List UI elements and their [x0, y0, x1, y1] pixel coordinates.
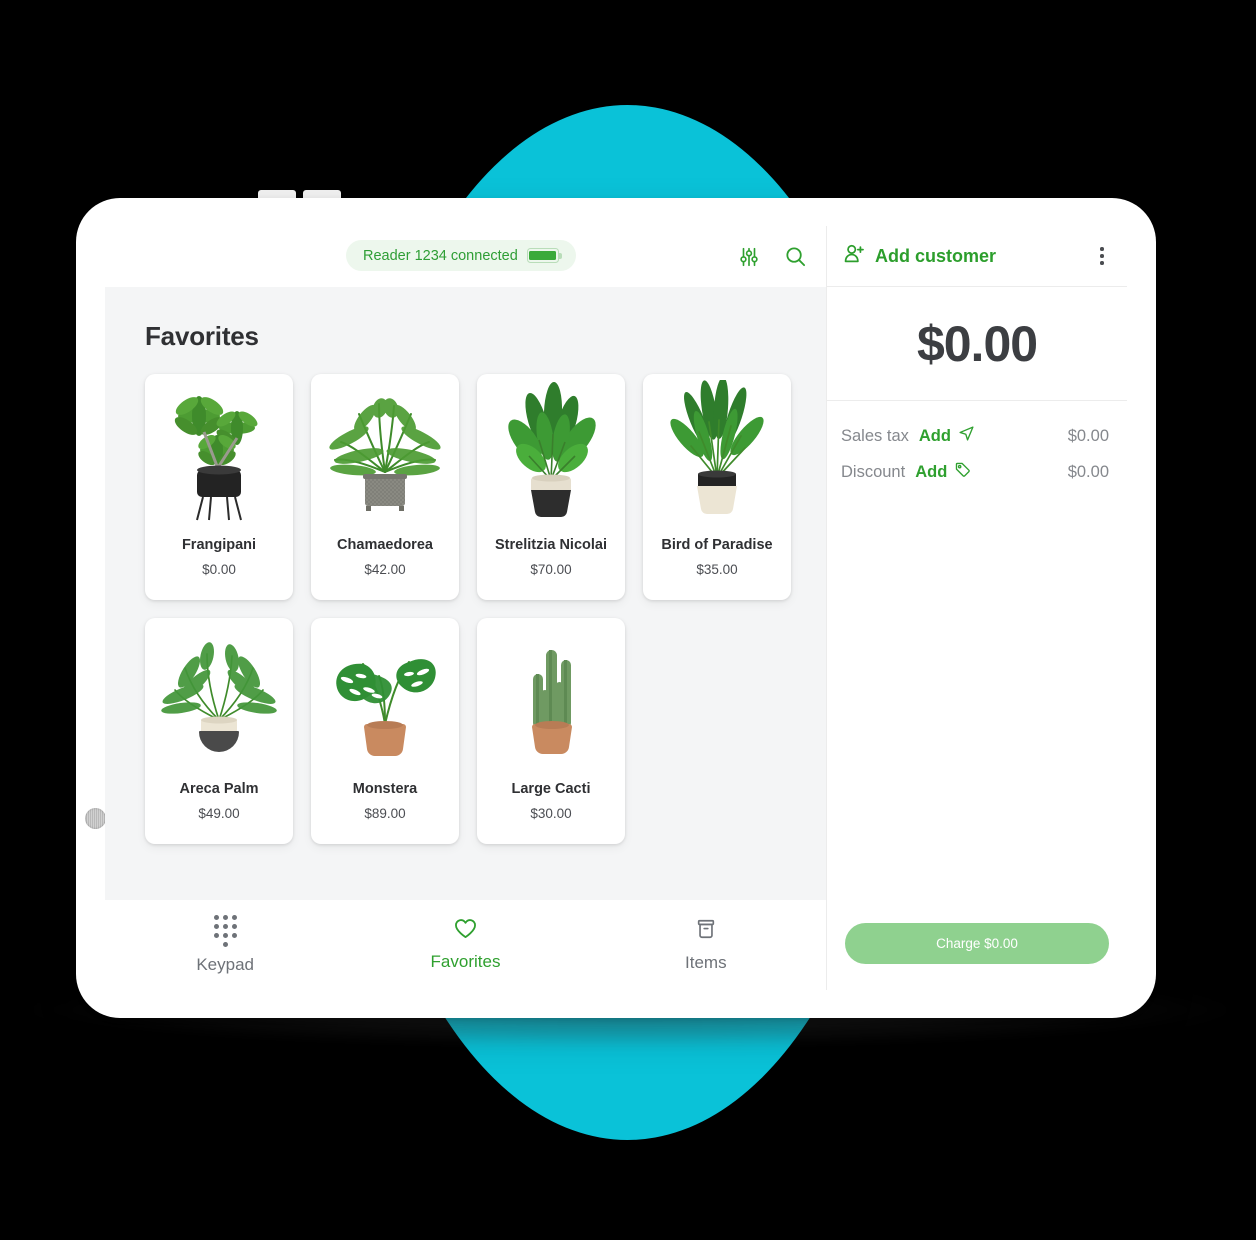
plant-bird-of-paradise-icon	[650, 380, 784, 526]
item-name: Frangipani	[181, 537, 257, 553]
item-card-strelitzia-nicolai[interactable]: Strelitzia Nicolai $70.00	[477, 374, 625, 600]
keypad-icon	[213, 915, 237, 947]
side-home-button[interactable]	[85, 808, 106, 829]
plant-chamaedorea-icon	[318, 380, 452, 526]
item-grid: Frangipani $0.00 Chamaedorea $42.00 Stre…	[145, 374, 826, 844]
add-person-icon	[843, 243, 865, 270]
bottom-navigation: Keypad Favorites Items	[105, 900, 826, 990]
archive-box-icon	[695, 918, 717, 945]
plant-strelitzia-icon	[484, 380, 618, 526]
heart-icon	[454, 918, 477, 944]
reader-status-label: Reader 1234 connected	[363, 247, 518, 264]
top-bar-actions	[736, 226, 808, 287]
item-card-large-cacti[interactable]: Large Cacti $30.00	[477, 618, 625, 844]
add-discount-label: Add	[915, 462, 948, 481]
item-card-chamaedorea[interactable]: Chamaedorea $42.00	[311, 374, 459, 600]
item-card-monstera[interactable]: Monstera $89.00	[311, 618, 459, 844]
cart-total-box: $0.00	[827, 287, 1127, 401]
kebab-menu-icon[interactable]	[1091, 245, 1113, 267]
tablet-device: Reader 1234 connected Favorites Frangipa…	[76, 198, 1156, 1018]
item-card-areca-palm[interactable]: Areca Palm $49.00	[145, 618, 293, 844]
add-sales-tax-label: Add	[918, 426, 951, 445]
item-name: Areca Palm	[179, 781, 259, 797]
plant-frangipani-icon	[152, 380, 286, 526]
charge-button-wrap: Charge $0.00	[827, 923, 1127, 990]
item-name: Monstera	[352, 781, 418, 797]
nav-item-keypad[interactable]: Keypad	[105, 915, 345, 975]
item-price: $70.00	[530, 561, 572, 577]
sales-tax-label: Sales tax	[841, 426, 909, 445]
plant-monstera-icon	[318, 624, 452, 770]
add-discount-button[interactable]: Add	[915, 461, 971, 483]
add-customer-label: Add customer	[875, 245, 997, 266]
item-price: $30.00	[530, 805, 572, 821]
item-price: $42.00	[364, 561, 406, 577]
plant-large-cacti-icon	[484, 624, 618, 770]
add-customer-button[interactable]: Add customer	[843, 243, 996, 270]
nav-label: Keypad	[196, 955, 254, 974]
search-icon[interactable]	[782, 244, 808, 270]
cart-adjustments: Sales tax Add $0.00 Discount Add $0.00	[827, 401, 1127, 497]
sliders-icon[interactable]	[736, 244, 762, 270]
plant-areca-palm-icon	[152, 624, 286, 770]
charge-button[interactable]: Charge $0.00	[845, 923, 1109, 964]
item-name: Chamaedorea	[337, 537, 433, 553]
item-card-bird-of-paradise[interactable]: Bird of Paradise $35.00	[643, 374, 791, 600]
top-bar: Reader 1234 connected	[105, 226, 826, 287]
cart-pane: Add customer $0.00 Sales tax Add $0.00 D…	[827, 226, 1127, 990]
cart-total-amount: $0.00	[916, 315, 1038, 372]
add-sales-tax-button[interactable]: Add	[919, 425, 975, 447]
tablet-screen: Reader 1234 connected Favorites Frangipa…	[105, 226, 1127, 990]
nav-label: Favorites	[430, 952, 501, 971]
cart-header: Add customer	[827, 226, 1127, 287]
cart-line-sales-tax: Sales tax Add $0.00	[841, 425, 1109, 447]
catalog-pane: Reader 1234 connected Favorites Frangipa…	[105, 226, 827, 990]
battery-full-icon	[526, 248, 562, 263]
page-title: Favorites	[145, 321, 259, 351]
item-name: Large Cacti	[511, 781, 591, 797]
item-price: $35.00	[696, 561, 738, 577]
reader-status-pill[interactable]: Reader 1234 connected	[346, 240, 576, 271]
favorites-area: Favorites Frangipani $0.00 Chamaedorea $…	[105, 287, 826, 900]
nav-item-favorites[interactable]: Favorites	[345, 918, 585, 972]
sales-tax-amount: $0.00	[1067, 426, 1109, 445]
discount-label: Discount	[841, 462, 906, 481]
item-card-frangipani[interactable]: Frangipani $0.00	[145, 374, 293, 600]
location-arrow-icon	[958, 425, 975, 447]
nav-label: Items	[685, 952, 727, 972]
discount-amount: $0.00	[1067, 462, 1109, 481]
nav-item-items[interactable]: Items	[586, 918, 826, 973]
item-name: Bird of Paradise	[661, 537, 773, 553]
scene: Reader 1234 connected Favorites Frangipa…	[0, 0, 1256, 1240]
item-price: $0.00	[202, 561, 236, 577]
cart-empty-space	[827, 497, 1127, 923]
item-price: $49.00	[198, 805, 240, 821]
price-tag-icon	[954, 461, 971, 483]
item-price: $89.00	[364, 805, 406, 821]
cart-line-discount: Discount Add $0.00	[841, 461, 1109, 483]
item-name: Strelitzia Nicolai	[494, 537, 607, 553]
